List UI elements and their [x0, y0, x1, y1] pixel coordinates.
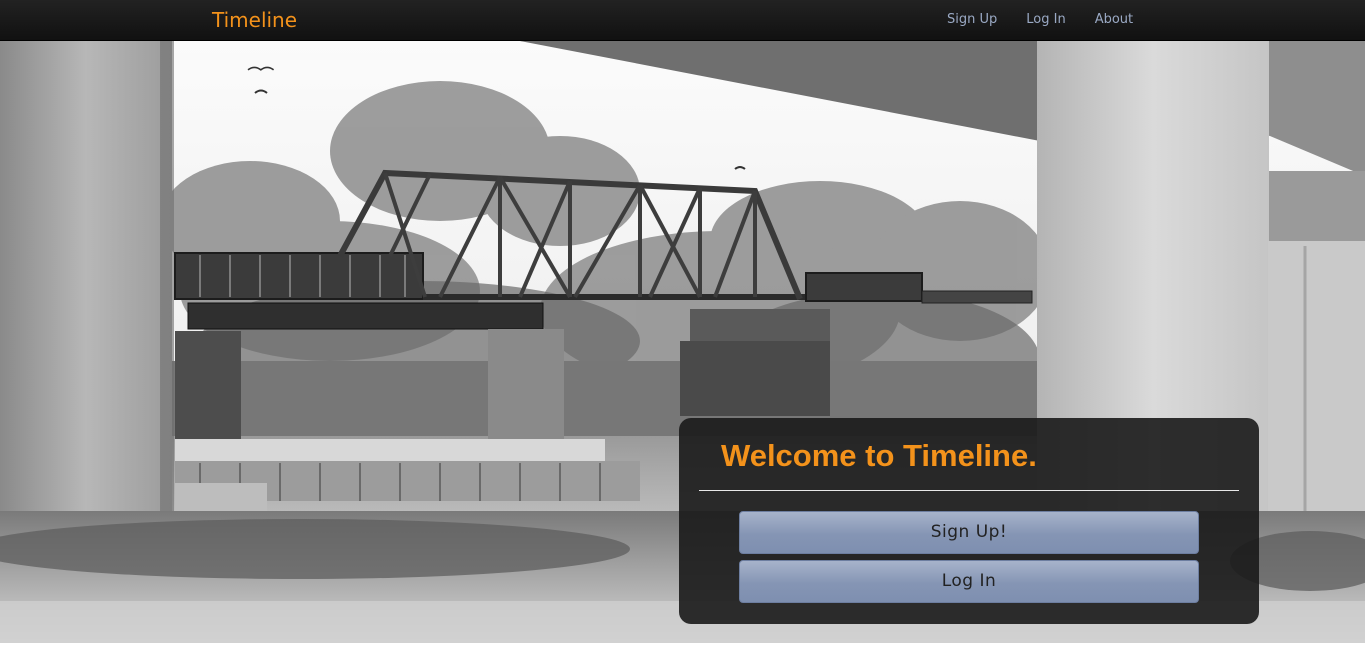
nav-link-about[interactable]: About [1095, 12, 1133, 27]
login-button[interactable]: Log In [739, 560, 1199, 603]
signup-button[interactable]: Sign Up! [739, 511, 1199, 554]
nav-link-login[interactable]: Log In [1026, 12, 1065, 27]
top-navbar: Timeline Sign Up Log In About [0, 0, 1365, 41]
welcome-title: Welcome to Timeline. [721, 438, 1037, 473]
nav-links: Sign Up Log In About [940, 12, 1140, 27]
welcome-panel: Welcome to Timeline. Sign Up! Log In [679, 418, 1259, 624]
welcome-divider [699, 490, 1239, 491]
brand-link[interactable]: Timeline [212, 8, 297, 32]
nav-link-signup[interactable]: Sign Up [947, 12, 997, 27]
